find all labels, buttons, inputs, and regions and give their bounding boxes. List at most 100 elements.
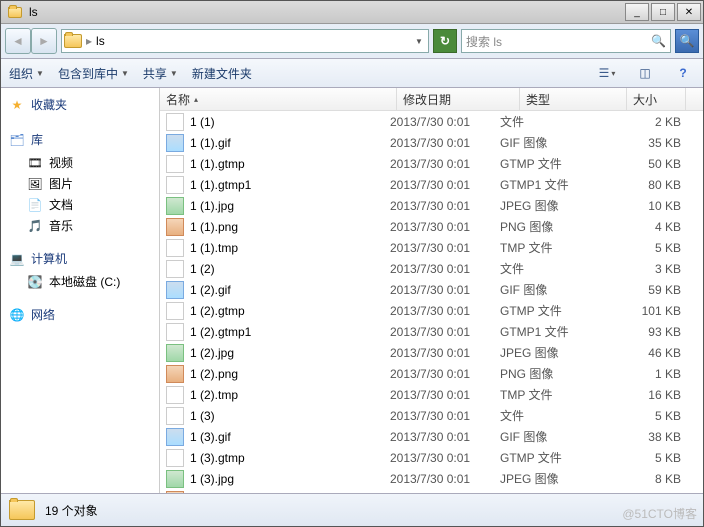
folder-icon [64,34,82,48]
file-name: 1 (2).gtmp [190,304,245,318]
refresh-button[interactable]: ↻ [433,29,457,53]
file-type: GTMP 文件 [500,155,594,172]
organize-menu[interactable]: 组织▼ [9,65,44,82]
sidebar-item-videos[interactable]: 🎞视频 [9,152,151,173]
file-name: 1 (2).jpg [190,346,234,360]
close-button[interactable]: ✕ [677,3,701,21]
new-folder-button[interactable]: 新建文件夹 [192,65,252,82]
navigation-bar: ◄ ► ▸ ls ▼ ↻ 搜索 ls 🔍 🔍 [1,24,703,59]
sidebar-item-music[interactable]: 🎵音乐 [9,215,151,236]
file-icon [166,344,184,362]
file-name: 1 (1).gtmp [190,157,245,171]
file-name: 1 (2).gtmp1 [190,325,251,339]
share-menu[interactable]: 共享▼ [143,65,178,82]
file-icon [166,428,184,446]
address-dropdown-icon[interactable]: ▼ [412,37,426,46]
file-icon [166,386,184,404]
file-row[interactable]: 1 (2).jpg2013/7/30 0:01JPEG 图像46 KB [160,342,703,363]
header-type[interactable]: 类型 [520,88,627,110]
breadcrumb-separator: ▸ [86,34,92,48]
back-button[interactable]: ◄ [5,28,31,54]
maximize-button[interactable]: □ [651,3,675,21]
file-row[interactable]: 1 (1).gtmp12013/7/30 0:01GTMP1 文件80 KB [160,174,703,195]
network-icon: 🌐 [9,307,25,323]
file-icon [166,323,184,341]
header-size[interactable]: 大小 [627,88,686,110]
file-row[interactable]: 1 (1).jpg2013/7/30 0:01JPEG 图像10 KB [160,195,703,216]
drive-icon: 💽 [27,274,43,290]
file-size: 10 KB [594,199,703,213]
file-type: PNG 图像 [500,365,594,382]
file-name: 1 (2) [190,262,215,276]
file-date: 2013/7/30 0:01 [390,283,500,297]
navigation-pane[interactable]: ★ 收藏夹 🗂 库 🎞视频 🖼图片 📄文档 🎵音乐 💻 计算机 [1,88,160,493]
file-row[interactable]: 1 (2).gtmp12013/7/30 0:01GTMP1 文件93 KB [160,321,703,342]
breadcrumb-item[interactable]: ls [96,34,105,48]
file-date: 2013/7/30 0:01 [390,451,500,465]
file-type: GTMP1 文件 [500,176,594,193]
file-row[interactable]: 1 (3).gif2013/7/30 0:01GIF 图像38 KB [160,426,703,447]
file-name: 1 (1) [190,115,215,129]
file-row[interactable]: 1 (2).tmp2013/7/30 0:01TMP 文件16 KB [160,384,703,405]
view-options-button[interactable]: ☰▾ [595,62,619,84]
file-date: 2013/7/30 0:01 [390,262,500,276]
file-row[interactable]: 1 (2)2013/7/30 0:01文件3 KB [160,258,703,279]
file-row[interactable]: 1 (1).tmp2013/7/30 0:01TMP 文件5 KB [160,237,703,258]
sidebar-item-documents[interactable]: 📄文档 [9,194,151,215]
file-type: GIF 图像 [500,134,594,151]
computer-icon: 💻 [9,251,25,267]
sidebar-item-drive-c[interactable]: 💽本地磁盘 (C:) [9,271,151,292]
file-icon [166,365,184,383]
file-size: 5 KB [594,241,703,255]
file-size: 1 KB [594,367,703,381]
title-bar[interactable]: ls _ □ ✕ [1,1,703,24]
window-controls: _ □ ✕ [625,3,701,21]
file-row[interactable]: 1 (1).png2013/7/30 0:01PNG 图像4 KB [160,216,703,237]
file-date: 2013/7/30 0:01 [390,241,500,255]
file-date: 2013/7/30 0:01 [390,220,500,234]
file-date: 2013/7/30 0:01 [390,199,500,213]
file-row[interactable]: 1 (2).png2013/7/30 0:01PNG 图像1 KB [160,363,703,384]
libraries-group[interactable]: 🗂 库 [9,131,151,148]
file-size: 50 KB [594,157,703,171]
file-row[interactable]: 1 (1).gtmp2013/7/30 0:01GTMP 文件50 KB [160,153,703,174]
file-row[interactable]: 1 (3)2013/7/30 0:01文件5 KB [160,405,703,426]
file-icon [166,407,184,425]
file-row[interactable]: 1 (1).gif2013/7/30 0:01GIF 图像35 KB [160,132,703,153]
preview-pane-button[interactable]: ◫ [633,62,657,84]
file-date: 2013/7/30 0:01 [390,409,500,423]
file-row[interactable]: 1 (2).gif2013/7/30 0:01GIF 图像59 KB [160,279,703,300]
include-in-library-menu[interactable]: 包含到库中▼ [58,65,129,82]
file-name: 1 (3).jpg [190,472,234,486]
search-placeholder: 搜索 ls [466,33,502,50]
minimize-button[interactable]: _ [625,3,649,21]
file-icon [166,449,184,467]
file-row[interactable]: 1 (3).gtmp2013/7/30 0:01GTMP 文件5 KB [160,447,703,468]
address-bar[interactable]: ▸ ls ▼ [61,29,429,53]
network-group[interactable]: 🌐 网络 [9,306,151,323]
forward-button[interactable]: ► [31,28,57,54]
file-row[interactable]: 1 (2).gtmp2013/7/30 0:01GTMP 文件101 KB [160,300,703,321]
header-date[interactable]: 修改日期 [397,88,520,110]
file-type: 文件 [500,113,594,130]
file-list[interactable]: 1 (1)2013/7/30 0:01文件2 KB1 (1).gif2013/7… [160,111,703,493]
system-menu-icon[interactable] [7,4,23,20]
search-input[interactable]: 搜索 ls 🔍 [461,29,671,53]
search-go-button[interactable]: 🔍 [675,29,699,53]
file-date: 2013/7/30 0:01 [390,136,500,150]
file-date: 2013/7/30 0:01 [390,115,500,129]
file-size: 3 KB [594,262,703,276]
help-button[interactable]: ? [671,62,695,84]
file-row[interactable]: 1 (1)2013/7/30 0:01文件2 KB [160,111,703,132]
file-icon [166,470,184,488]
computer-group[interactable]: 💻 计算机 [9,250,151,267]
file-size: 80 KB [594,178,703,192]
file-date: 2013/7/30 0:01 [390,430,500,444]
file-type: JPEG 图像 [500,470,594,487]
header-name[interactable]: 名称▴ [160,88,397,110]
sidebar-item-pictures[interactable]: 🖼图片 [9,173,151,194]
favorites-group[interactable]: ★ 收藏夹 [9,96,151,113]
file-row[interactable]: 1 (3).jpg2013/7/30 0:01JPEG 图像8 KB [160,468,703,489]
file-type: GIF 图像 [500,281,594,298]
command-bar: 组织▼ 包含到库中▼ 共享▼ 新建文件夹 ☰▾ ◫ ? [1,59,703,88]
